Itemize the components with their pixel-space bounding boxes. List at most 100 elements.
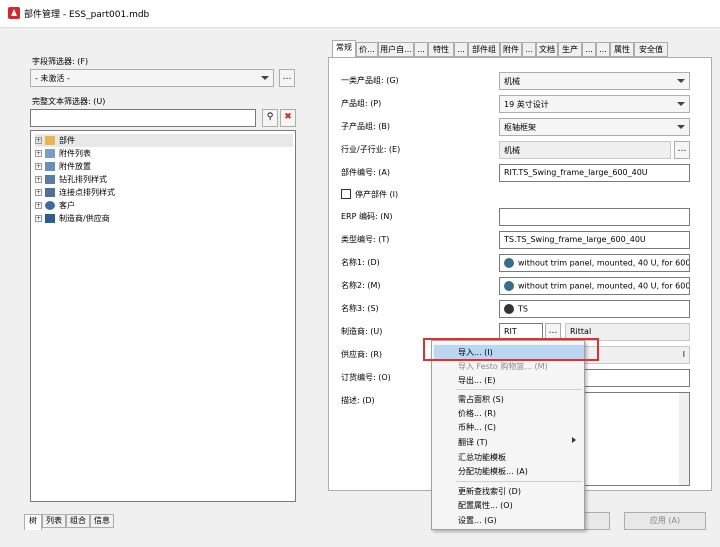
- tab-documents[interactable]: 文档: [536, 42, 558, 57]
- group-label: 产品组: (P): [341, 99, 382, 108]
- menu-separator: [456, 389, 582, 390]
- name2-label: 名称2: (M): [341, 281, 381, 290]
- partno-label: 部件编号: (A): [341, 168, 390, 177]
- clear-filter-button[interactable]: ✖: [280, 109, 296, 127]
- tab-info[interactable]: 信息: [90, 514, 114, 528]
- description-field[interactable]: [579, 392, 690, 486]
- tab-more-5[interactable]: ...: [596, 42, 610, 57]
- tab-properties[interactable]: 特性: [428, 42, 454, 57]
- tab-more-1[interactable]: ...: [414, 42, 428, 57]
- fulltext-filter-input[interactable]: [30, 109, 256, 127]
- tree-item-accessory-placement[interactable]: + 附件放置: [35, 160, 91, 173]
- menu-item-settings[interactable]: 设置... (G): [458, 515, 497, 526]
- discontinued-checkbox[interactable]: [341, 189, 351, 199]
- chevron-down-icon: [677, 125, 685, 129]
- field-filter-more-button[interactable]: …: [279, 69, 295, 87]
- apply-button[interactable]: 应用 (A): [624, 512, 706, 530]
- tab-list[interactable]: 列表: [42, 514, 66, 528]
- menu-item-currency[interactable]: 币种... (C): [458, 422, 496, 433]
- tree-item-connection-pattern[interactable]: + 连接点排列样式: [35, 186, 115, 199]
- industry-field[interactable]: 机械: [499, 141, 671, 159]
- tab-more-4[interactable]: ...: [582, 42, 596, 57]
- type-field[interactable]: TS.TS_Swing_frame_large_600_40U: [499, 231, 690, 249]
- menu-separator: [456, 481, 582, 482]
- menu-item-translate[interactable]: 翻译 (T): [458, 437, 488, 448]
- list-icon: [45, 149, 55, 158]
- tree-item-parts[interactable]: + 部件: [35, 134, 293, 147]
- highlight-annotation: [423, 338, 599, 361]
- industry-more-button[interactable]: …: [674, 141, 690, 159]
- expand-icon[interactable]: +: [35, 176, 42, 183]
- tree-item-customers[interactable]: + 客户: [35, 199, 75, 212]
- menu-item-area[interactable]: 需占面积 (S): [458, 394, 504, 405]
- tab-more-3[interactable]: ...: [522, 42, 536, 57]
- erp-field[interactable]: [499, 208, 690, 226]
- expand-icon[interactable]: +: [35, 202, 42, 209]
- chevron-right-icon: [572, 437, 576, 443]
- type-label: 类型编号: (T): [341, 235, 390, 244]
- folder-icon: [45, 136, 55, 145]
- subgroup-combo[interactable]: 枢轴框架: [499, 118, 690, 136]
- manufacturer-icon: [45, 214, 55, 223]
- part-tree[interactable]: + 部件 + 附件列表 + 附件放置 + 钻孔排列样式 + 连接点排列样式 + 客户 + 制造…: [30, 130, 296, 502]
- supplier-label: 供应商: (R): [341, 350, 383, 359]
- field-filter-value: - 未激活 -: [35, 74, 70, 83]
- tab-safety-values[interactable]: 安全值: [634, 42, 668, 57]
- cat1-combo[interactable]: 机械: [499, 72, 690, 90]
- expand-icon[interactable]: +: [35, 189, 42, 196]
- erp-label: ERP 编码: (N): [341, 212, 393, 221]
- chevron-down-icon: [261, 76, 269, 80]
- expand-icon[interactable]: +: [35, 163, 42, 170]
- menu-item-summary-template[interactable]: 汇总功能模板: [458, 452, 506, 463]
- tree-item-manufacturers[interactable]: + 制造商/供应商: [35, 212, 110, 225]
- tab-part-group[interactable]: 部件组: [468, 42, 500, 57]
- tab-more-2[interactable]: ...: [454, 42, 468, 57]
- app-logo-icon: [8, 7, 20, 19]
- customer-icon: [45, 201, 55, 210]
- menu-item-update-index[interactable]: 更新查找索引 (D): [458, 486, 521, 497]
- cat1-label: 一类产品组: (G): [341, 76, 399, 85]
- globe-icon: [504, 304, 514, 314]
- expand-icon[interactable]: +: [35, 215, 42, 222]
- title-bar: 部件管理 - ESS_part001.mdb: [0, 0, 720, 28]
- name2-field[interactable]: without trim panel, mounted, 40 U, for 6…: [499, 277, 690, 295]
- close-icon: ✖: [284, 112, 292, 122]
- tree-item-accessory-list[interactable]: + 附件列表: [35, 147, 91, 160]
- left-panel: 字段筛选器: (F) - 未激活 - … 完整文本筛选器: (U) ⚲ ✖ + 部…: [22, 36, 306, 530]
- menu-item-import-festo[interactable]: 导入 Festo 购物篮... (M): [458, 361, 548, 372]
- tree-item-drill-pattern[interactable]: + 钻孔排列样式: [35, 173, 107, 186]
- fulltext-filter-label: 完整文本筛选器: (U): [32, 97, 106, 106]
- tab-accessories[interactable]: 附件: [500, 42, 522, 57]
- menu-item-configure-properties[interactable]: 配置属性... (O): [458, 500, 513, 511]
- subgroup-label: 子产品组: (B): [341, 122, 390, 131]
- chevron-down-icon: [677, 79, 685, 83]
- tab-production[interactable]: 生产: [558, 42, 582, 57]
- expand-icon[interactable]: +: [35, 137, 42, 144]
- field-filter-label: 字段筛选器: (F): [32, 57, 89, 66]
- tab-general[interactable]: 常规: [332, 40, 356, 58]
- tab-tree[interactable]: 树: [24, 514, 42, 530]
- search-button[interactable]: ⚲: [262, 109, 278, 127]
- group-combo[interactable]: 19 英寸设计: [499, 95, 690, 113]
- connection-pattern-icon: [45, 188, 55, 197]
- tab-price[interactable]: 价...: [356, 42, 378, 57]
- binoculars-icon: ⚲: [266, 112, 274, 122]
- menu-item-export[interactable]: 导出... (E): [458, 375, 495, 386]
- desc-label: 描述: (D): [341, 396, 375, 405]
- industry-label: 行业/子行业: (E): [341, 145, 401, 154]
- discontinued-label: 停产部件 (I): [355, 190, 399, 199]
- description-scrollbar[interactable]: [679, 393, 689, 485]
- name3-field[interactable]: TS: [499, 300, 690, 318]
- tab-attributes[interactable]: 属性: [610, 42, 634, 57]
- field-filter-combo[interactable]: - 未激活 -: [30, 69, 274, 87]
- tab-user-defined[interactable]: 用户自...: [378, 42, 414, 57]
- order-field[interactable]: [579, 369, 690, 387]
- menu-item-price[interactable]: 价格... (R): [458, 408, 496, 419]
- placement-icon: [45, 162, 55, 171]
- expand-icon[interactable]: +: [35, 150, 42, 157]
- name1-field[interactable]: without trim panel, mounted, 40 U, for 6…: [499, 254, 690, 272]
- tab-combination[interactable]: 组合: [66, 514, 90, 528]
- menu-item-assign-template[interactable]: 分配功能模板... (A): [458, 466, 528, 477]
- partno-field[interactable]: RIT.TS_Swing_frame_large_600_40U: [499, 164, 690, 182]
- order-label: 订货编号: (O): [341, 373, 391, 382]
